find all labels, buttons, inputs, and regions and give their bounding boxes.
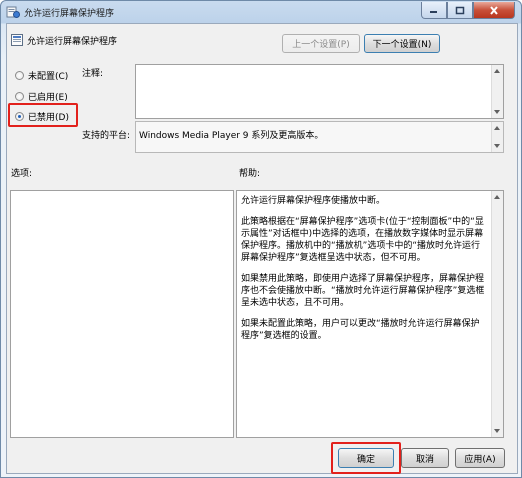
ok-button-highlight [331, 442, 401, 474]
dialog-body: 允许运行屏幕保护程序 上一个设置(P) 下一个设置(N) 未配置(C) 已启用(… [6, 23, 518, 474]
previous-setting-button[interactable]: 上一个设置(P) [282, 34, 360, 53]
help-paragraph: 允许运行屏幕保护程序使播放中断。 [241, 196, 386, 206]
close-button[interactable] [473, 2, 515, 19]
radio-enabled[interactable]: 已启用(E) [15, 90, 68, 103]
platform-box: Windows Media Player 9 系列及更高版本。 [135, 121, 504, 153]
help-pane[interactable]: 允许运行屏幕保护程序使播放中断。 此策略根据在“屏幕保护程序”选项卡(位于“控制… [236, 190, 504, 438]
apply-button[interactable]: 应用(A) [455, 448, 505, 468]
setting-icon [11, 34, 23, 46]
scroll-up-icon[interactable] [494, 126, 500, 130]
next-setting-button[interactable]: 下一个设置(N) [364, 34, 440, 53]
maximize-icon [455, 6, 465, 14]
help-paragraph: 如果未配置此策略，用户可以更改“播放时允许运行屏幕保护程序”复选框的设置。 [241, 319, 480, 341]
radio-not-configured-dot[interactable] [15, 71, 24, 80]
policy-icon [6, 6, 20, 18]
platform-label: 支持的平台: [82, 131, 131, 141]
options-pane [10, 190, 234, 438]
caption-buttons [421, 2, 515, 19]
scroll-down-icon[interactable] [494, 429, 500, 433]
help-paragraph: 此策略根据在“屏幕保护程序”选项卡(位于“控制面板”中的“显示属性”对话框中)中… [241, 217, 484, 263]
radio-not-configured-label: 未配置(C) [28, 72, 69, 82]
help-label: 帮助: [239, 169, 261, 179]
scroll-down-icon[interactable] [494, 144, 500, 148]
help-scrollbar[interactable] [491, 191, 503, 437]
comment-textarea[interactable] [135, 64, 504, 119]
cancel-button[interactable]: 取消 [401, 448, 449, 468]
comment-scrollbar[interactable] [491, 65, 503, 118]
scroll-up-icon[interactable] [494, 69, 500, 73]
scroll-down-icon[interactable] [494, 110, 500, 114]
comment-label: 注释: [82, 69, 104, 79]
maximize-button[interactable] [447, 2, 473, 19]
dialog-window: 允许运行屏幕保护程序 允许运行屏幕保护程序 上一个设置(P) 下一个设置(N) [0, 0, 522, 478]
platform-scrollbar[interactable] [491, 122, 503, 152]
options-label: 选项: [11, 169, 33, 179]
radio-enabled-dot[interactable] [15, 92, 24, 101]
help-paragraph: 如果禁用此策略，即使用户选择了屏幕保护程序，屏幕保护程序也不会使播放中断。“播放… [241, 274, 485, 308]
radio-enabled-label: 已启用(E) [28, 93, 68, 103]
radio-not-configured[interactable]: 未配置(C) [15, 69, 68, 82]
disabled-option-highlight [8, 103, 78, 127]
platform-value: Windows Media Player 9 系列及更高版本。 [139, 131, 324, 141]
policy-heading: 允许运行屏幕保护程序 [27, 37, 118, 47]
title-bar[interactable]: 允许运行屏幕保护程序 [1, 1, 521, 23]
scroll-up-icon[interactable] [494, 195, 500, 199]
close-icon [490, 5, 498, 15]
window-title: 允许运行屏幕保护程序 [24, 9, 115, 19]
minimize-icon [430, 11, 437, 13]
minimize-button[interactable] [421, 2, 447, 19]
